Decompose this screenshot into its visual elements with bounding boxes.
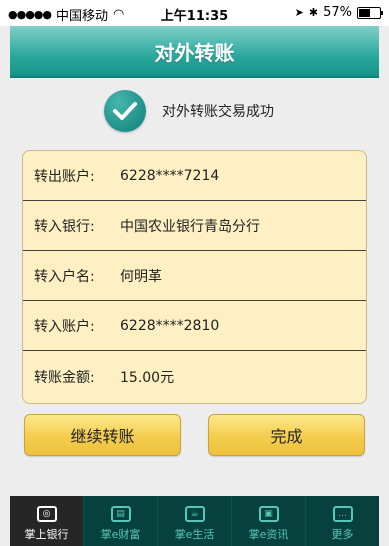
battery-icon: [357, 6, 383, 19]
detail-value: 6228****2810: [120, 317, 220, 334]
tab-label: 掌e资讯: [248, 528, 289, 541]
detail-label: 转入银行:: [34, 218, 95, 235]
more-icon: …: [332, 506, 353, 522]
nav-bar: 对外转账: [10, 26, 379, 78]
bank-icon: ◎: [36, 506, 57, 522]
life-icon: ☕: [184, 506, 205, 522]
detail-label: 转入户名:: [34, 268, 95, 285]
location-icon: ➤: [294, 6, 304, 19]
detail-row-from-account: 转出账户: 6228****7214: [23, 151, 366, 201]
page-title: 对外转账: [154, 40, 235, 65]
detail-row-to-account: 转入账户: 6228****2810: [23, 301, 366, 351]
done-button[interactable]: 完成: [208, 414, 365, 456]
detail-value: 何明革: [120, 268, 162, 285]
detail-row-to-bank: 转入银行: 中国农业银行青岛分行: [23, 201, 366, 251]
tab-label: 掌上银行: [24, 528, 69, 541]
transfer-result-panel: 对外转账交易成功 转出账户: 6228****7214 转入银行: 中国农业银行…: [10, 78, 379, 496]
tab-label: 掌e财富: [100, 528, 141, 541]
news-icon: ▣: [258, 506, 279, 522]
status-bar: ●●●●● 中国移动 ◠ 上午11:35 ➤ ✱ 57%: [0, 0, 389, 26]
detail-value: 中国农业银行青岛分行: [120, 218, 260, 235]
wealth-icon: ▤: [110, 506, 131, 522]
detail-label: 转入账户:: [34, 318, 95, 335]
detail-label: 转账金额:: [34, 370, 95, 386]
tab-label: 更多: [331, 528, 354, 541]
detail-value: 6228****7214: [120, 167, 220, 184]
detail-row-amount: 转账金额: 15.00元: [23, 351, 366, 403]
battery-percent: 57%: [323, 5, 352, 20]
tab-label: 掌e生活: [174, 528, 215, 541]
bluetooth-icon: ✱: [308, 6, 319, 19]
detail-row-payee-name: 转入户名: 何明革: [23, 251, 366, 301]
tab-mobile-banking[interactable]: ◎ 掌上银行: [10, 496, 84, 546]
transfer-details-card: 转出账户: 6228****7214 转入银行: 中国农业银行青岛分行 转入户名…: [22, 150, 367, 404]
tab-more[interactable]: … 更多: [306, 496, 379, 546]
success-banner: 对外转账交易成功: [104, 90, 274, 132]
detail-label: 转出账户:: [34, 168, 95, 185]
tab-bar: ◎ 掌上银行 ▤ 掌e财富 ☕ 掌e生活 ▣ 掌e资讯 … 更多: [10, 496, 379, 546]
checkmark-icon: [104, 90, 146, 132]
continue-transfer-button[interactable]: 继续转账: [24, 414, 181, 456]
detail-value: 15.00元: [120, 370, 175, 386]
tab-news[interactable]: ▣ 掌e资讯: [232, 496, 306, 546]
tab-life[interactable]: ☕ 掌e生活: [158, 496, 232, 546]
tab-wealth[interactable]: ▤ 掌e财富: [84, 496, 158, 546]
success-message: 对外转账交易成功: [162, 104, 274, 120]
